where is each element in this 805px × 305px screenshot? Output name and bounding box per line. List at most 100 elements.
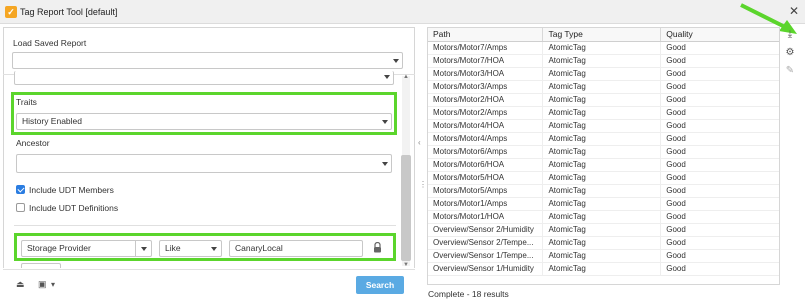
- cell-path: Motors/Motor3/HOA: [428, 67, 544, 81]
- ancestor-dropdown[interactable]: [16, 154, 392, 173]
- table-row[interactable]: Motors/Motor7/Amps AtomicTag Good: [428, 41, 779, 55]
- chevron-down-icon: [393, 59, 399, 63]
- cell-quality: Good: [660, 93, 779, 107]
- chevron-down-icon: [382, 162, 388, 166]
- table-row[interactable]: Motors/Motor6/Amps AtomicTag Good: [428, 145, 779, 159]
- cell-path: Motors/Motor1/HOA: [428, 210, 544, 224]
- cell-tag-type: AtomicTag: [542, 223, 662, 237]
- cell-tag-type: AtomicTag: [542, 184, 662, 198]
- cell-path: Motors/Motor4/HOA: [428, 119, 544, 133]
- cell-quality: Good: [660, 223, 779, 237]
- search-button[interactable]: Search: [356, 276, 404, 294]
- column-header-tag-type[interactable]: Tag Type: [542, 28, 662, 42]
- include-udt-definitions-checkbox[interactable]: [16, 203, 25, 212]
- cell-tag-type: AtomicTag: [542, 132, 662, 146]
- cell-tag-type: AtomicTag: [542, 106, 662, 120]
- table-row[interactable]: Motors/Motor2/HOA AtomicTag Good: [428, 93, 779, 107]
- cell-tag-type: AtomicTag: [542, 54, 662, 68]
- collapse-left-icon[interactable]: ‹: [418, 138, 421, 147]
- cell-path: Overview/Sensor 1/Tempe...: [428, 249, 544, 263]
- cell-tag-type: AtomicTag: [542, 249, 662, 263]
- cell-quality: Good: [660, 54, 779, 68]
- separator: [3, 269, 415, 270]
- table-row[interactable]: Motors/Motor7/HOA AtomicTag Good: [428, 54, 779, 68]
- left-bottom-toolbar: [3, 268, 415, 297]
- table-row[interactable]: Motors/Motor2/Amps AtomicTag Good: [428, 106, 779, 120]
- ancestor-label: Ancestor: [16, 138, 50, 148]
- cell-tag-type: AtomicTag: [542, 171, 662, 185]
- cell-path: Overview/Sensor 1/Humidity: [428, 262, 544, 276]
- separator: [14, 225, 396, 226]
- cell-quality: Good: [660, 67, 779, 81]
- chevron-down-icon: [384, 75, 390, 79]
- cell-quality: Good: [660, 41, 779, 55]
- cell-path: Motors/Motor7/Amps: [428, 41, 544, 55]
- load-saved-report-label: Load Saved Report: [13, 38, 87, 48]
- save-menu-chevron-icon[interactable]: ▾: [51, 280, 55, 289]
- open-report-icon[interactable]: ⏏: [16, 279, 25, 290]
- cell-quality: Good: [660, 119, 779, 133]
- include-udt-members-checkbox[interactable]: [16, 185, 25, 194]
- results-panel: Path Tag Type Quality Motors/Motor7/Amps…: [427, 27, 780, 285]
- cell-tag-type: AtomicTag: [542, 210, 662, 224]
- cell-quality: Good: [660, 262, 779, 276]
- partial-dropdown-above[interactable]: [14, 71, 394, 85]
- table-row[interactable]: Motors/Motor3/HOA AtomicTag Good: [428, 67, 779, 81]
- cell-path: Motors/Motor6/HOA: [428, 158, 544, 172]
- include-udt-members-label: Include UDT Members: [29, 185, 114, 195]
- scroll-up-icon[interactable]: ▲: [403, 74, 409, 80]
- table-row[interactable]: Overview/Sensor 1/Tempe... AtomicTag Good: [428, 249, 779, 263]
- column-header-quality[interactable]: Quality: [660, 28, 779, 42]
- table-row[interactable]: Motors/Motor4/HOA AtomicTag Good: [428, 119, 779, 133]
- settings-icon[interactable]: ⚙: [783, 46, 797, 60]
- table-row[interactable]: Motors/Motor5/Amps AtomicTag Good: [428, 184, 779, 198]
- cell-quality: Good: [660, 80, 779, 94]
- table-row[interactable]: Overview/Sensor 2/Tempe... AtomicTag Good: [428, 236, 779, 250]
- cell-quality: Good: [660, 145, 779, 159]
- cell-path: Motors/Motor5/Amps: [428, 184, 544, 198]
- cell-quality: Good: [660, 197, 779, 211]
- load-saved-report-dropdown[interactable]: [12, 52, 403, 69]
- cell-path: Motors/Motor6/Amps: [428, 145, 544, 159]
- cell-path: Motors/Motor2/Amps: [428, 106, 544, 120]
- table-row[interactable]: Motors/Motor1/Amps AtomicTag Good: [428, 197, 779, 211]
- table-row[interactable]: Overview/Sensor 2/Humidity AtomicTag Good: [428, 223, 779, 237]
- cell-quality: Good: [660, 249, 779, 263]
- cell-quality: Good: [660, 132, 779, 146]
- cell-quality: Good: [660, 171, 779, 185]
- cell-quality: Good: [660, 236, 779, 250]
- cell-quality: Good: [660, 210, 779, 224]
- scrollbar-thumb[interactable]: [401, 155, 411, 261]
- cell-path: Motors/Motor4/Amps: [428, 132, 544, 146]
- results-status: Complete - 18 results: [428, 289, 509, 299]
- column-header-path[interactable]: Path: [428, 28, 544, 42]
- cell-path: Motors/Motor1/Amps: [428, 197, 544, 211]
- cell-tag-type: AtomicTag: [542, 145, 662, 159]
- results-header-row: Path Tag Type Quality: [428, 28, 779, 42]
- cell-path: Overview/Sensor 2/Tempe...: [428, 236, 544, 250]
- cell-path: Motors/Motor3/Amps: [428, 80, 544, 94]
- export-icon[interactable]: ⤓: [783, 28, 797, 42]
- edit-icon[interactable]: ✎: [783, 64, 797, 78]
- traits-highlight: [11, 92, 397, 135]
- cell-quality: Good: [660, 184, 779, 198]
- save-report-icon[interactable]: ▣: [38, 279, 47, 290]
- split-grip-icon[interactable]: ⋮: [419, 180, 427, 189]
- table-row[interactable]: Motors/Motor5/HOA AtomicTag Good: [428, 171, 779, 185]
- table-row[interactable]: Motors/Motor4/Amps AtomicTag Good: [428, 132, 779, 146]
- title-bar: ✓ Tag Report Tool [default] ✕: [0, 0, 805, 24]
- cell-path: Motors/Motor5/HOA: [428, 171, 544, 185]
- cell-tag-type: AtomicTag: [542, 262, 662, 276]
- results-table: Path Tag Type Quality Motors/Motor7/Amps…: [428, 28, 779, 276]
- cell-quality: Good: [660, 106, 779, 120]
- cell-path: Motors/Motor7/HOA: [428, 54, 544, 68]
- table-row[interactable]: Overview/Sensor 1/Humidity AtomicTag Good: [428, 262, 779, 276]
- cell-tag-type: AtomicTag: [542, 119, 662, 133]
- app-check-icon: ✓: [5, 6, 17, 18]
- window-title: Tag Report Tool [default]: [20, 7, 118, 17]
- cell-quality: Good: [660, 158, 779, 172]
- table-row[interactable]: Motors/Motor6/HOA AtomicTag Good: [428, 158, 779, 172]
- table-row[interactable]: Motors/Motor3/Amps AtomicTag Good: [428, 80, 779, 94]
- table-row[interactable]: Motors/Motor1/HOA AtomicTag Good: [428, 210, 779, 224]
- cell-tag-type: AtomicTag: [542, 41, 662, 55]
